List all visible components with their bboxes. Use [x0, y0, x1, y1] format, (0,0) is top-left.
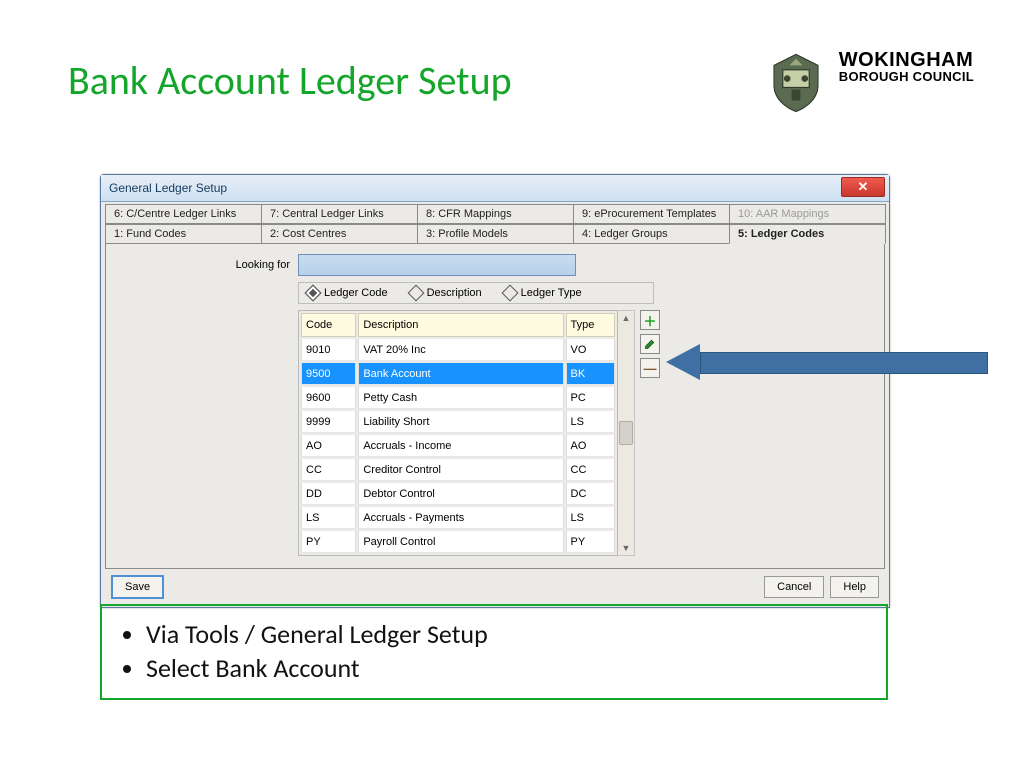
brand-name: WOKINGHAM	[839, 50, 974, 70]
instruction-box: Via Tools / General Ledger SetupSelect B…	[100, 604, 888, 700]
cell-code: LS	[301, 507, 356, 529]
window-title: General Ledger Setup	[101, 181, 227, 195]
filter-ledger-type[interactable]: Ledger Type	[504, 287, 582, 299]
table-scrollbar[interactable]: ▲ ▼	[618, 310, 635, 556]
filter-description[interactable]: Description	[410, 287, 482, 299]
brand-sub: BOROUGH COUNCIL	[839, 70, 974, 83]
table-row[interactable]: 9010VAT 20% IncVO	[301, 339, 615, 361]
cell-type: PY	[566, 531, 615, 553]
filter-ledger-code[interactable]: Ledger Code	[307, 287, 388, 299]
tabs-row-2: 1: Fund Codes2: Cost Centres3: Profile M…	[105, 224, 885, 244]
delete-row-button[interactable]: —	[640, 358, 660, 378]
annotation-arrow	[666, 344, 986, 380]
cell-desc: Bank Account	[358, 363, 563, 385]
cell-type: VO	[566, 339, 615, 361]
ledger-codes-table: Code Description Type 9010VAT 20% IncVO9…	[298, 310, 618, 556]
slide-title: Bank Account Ledger Setup	[68, 56, 512, 105]
table-row[interactable]: CCCreditor ControlCC	[301, 459, 615, 481]
cell-code: AO	[301, 435, 356, 457]
bullet-item: Via Tools / General Ledger Setup	[146, 618, 868, 650]
cell-code: CC	[301, 459, 356, 481]
looking-for-input[interactable]	[298, 254, 576, 276]
tab-1-fund-codes[interactable]: 1: Fund Codes	[105, 224, 262, 244]
col-header-type[interactable]: Type	[566, 313, 615, 337]
edit-row-button[interactable]	[640, 334, 660, 354]
tab-6-c-centre-ledger-links[interactable]: 6: C/Centre Ledger Links	[105, 204, 262, 224]
cell-type: LS	[566, 411, 615, 433]
tab-panel-ledger-codes: Looking for Ledger CodeDescriptionLedger…	[105, 243, 885, 569]
table-row[interactable]: DDDebtor ControlDC	[301, 483, 615, 505]
looking-for-label: Looking for	[120, 259, 298, 271]
add-row-button[interactable]: ＋	[640, 310, 660, 330]
filter-options: Ledger Code Description Ledger Type	[298, 282, 654, 304]
tab-2-cost-centres[interactable]: 2: Cost Centres	[261, 224, 418, 244]
pencil-icon	[644, 338, 656, 350]
cell-desc: VAT 20% Inc	[358, 339, 563, 361]
cell-code: 9010	[301, 339, 356, 361]
close-icon: ✕	[858, 179, 869, 195]
tabs-row-1: 6: C/Centre Ledger Links7: Central Ledge…	[105, 204, 885, 224]
cell-desc: Petty Cash	[358, 387, 563, 409]
filter-label: Description	[427, 287, 482, 299]
close-button[interactable]: ✕	[841, 177, 885, 197]
titlebar: General Ledger Setup ✕	[101, 175, 889, 202]
arrow-left-icon	[666, 344, 700, 380]
diamond-radio-icon	[305, 285, 322, 302]
dialog-window: General Ledger Setup ✕ 6: C/Centre Ledge…	[100, 174, 890, 608]
save-button[interactable]: Save	[111, 575, 164, 599]
scroll-up-icon[interactable]: ▲	[622, 311, 631, 325]
cell-type: LS	[566, 507, 615, 529]
cell-desc: Creditor Control	[358, 459, 563, 481]
cell-code: 9500	[301, 363, 356, 385]
diamond-radio-icon	[501, 285, 518, 302]
cell-desc: Accruals - Income	[358, 435, 563, 457]
tab-4-ledger-groups[interactable]: 4: Ledger Groups	[573, 224, 730, 244]
help-button[interactable]: Help	[830, 576, 879, 598]
cancel-button[interactable]: Cancel	[764, 576, 824, 598]
crest-icon	[763, 50, 829, 116]
cell-type: AO	[566, 435, 615, 457]
tab-3-profile-models[interactable]: 3: Profile Models	[417, 224, 574, 244]
table-row[interactable]: 9999Liability ShortLS	[301, 411, 615, 433]
cell-code: PY	[301, 531, 356, 553]
cell-type: CC	[566, 459, 615, 481]
cell-code: 9999	[301, 411, 356, 433]
table-row[interactable]: 9500Bank AccountBK	[301, 363, 615, 385]
tab-5-ledger-codes[interactable]: 5: Ledger Codes	[729, 224, 886, 244]
plus-icon: ＋	[643, 311, 656, 330]
table-row[interactable]: PYPayroll ControlPY	[301, 531, 615, 553]
col-header-description[interactable]: Description	[358, 313, 563, 337]
tab-10-aar-mappings: 10: AAR Mappings	[729, 204, 886, 224]
cell-type: PC	[566, 387, 615, 409]
scroll-down-icon[interactable]: ▼	[622, 541, 631, 555]
col-header-code[interactable]: Code	[301, 313, 356, 337]
brand-lockup: WOKINGHAM BOROUGH COUNCIL	[763, 50, 974, 116]
cell-code: 9600	[301, 387, 356, 409]
cell-type: DC	[566, 483, 615, 505]
table-row[interactable]: LSAccruals - PaymentsLS	[301, 507, 615, 529]
table-row[interactable]: 9600Petty CashPC	[301, 387, 615, 409]
filter-label: Ledger Type	[521, 287, 582, 299]
cell-desc: Liability Short	[358, 411, 563, 433]
scroll-thumb[interactable]	[619, 421, 633, 445]
bullet-item: Select Bank Account	[146, 652, 868, 684]
cell-code: DD	[301, 483, 356, 505]
cell-type: BK	[566, 363, 615, 385]
tab-8-cfr-mappings[interactable]: 8: CFR Mappings	[417, 204, 574, 224]
minus-icon: —	[644, 361, 657, 376]
cell-desc: Accruals - Payments	[358, 507, 563, 529]
diamond-radio-icon	[407, 285, 424, 302]
table-row[interactable]: AOAccruals - IncomeAO	[301, 435, 615, 457]
cell-desc: Debtor Control	[358, 483, 563, 505]
tab-9-eprocurement-templates[interactable]: 9: eProcurement Templates	[573, 204, 730, 224]
filter-label: Ledger Code	[324, 287, 388, 299]
tab-7-central-ledger-links[interactable]: 7: Central Ledger Links	[261, 204, 418, 224]
cell-desc: Payroll Control	[358, 531, 563, 553]
